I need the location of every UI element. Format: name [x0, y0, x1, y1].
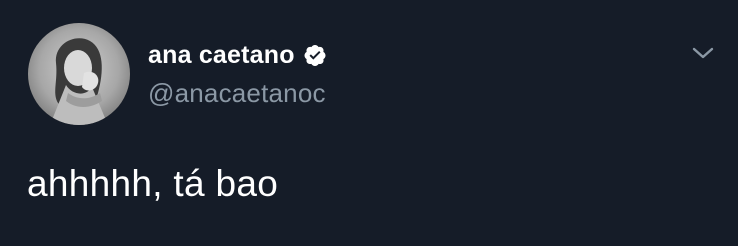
tweet-text: ahhhhh, tá bao [27, 163, 279, 204]
chevron-down-icon[interactable] [688, 42, 718, 64]
author-display-name[interactable]: ana caetano [148, 41, 295, 70]
author-handle[interactable]: @anacaetanoc [148, 78, 326, 109]
avatar-photo [28, 23, 130, 125]
verified-badge-icon [303, 43, 327, 67]
tweet-card: ana caetano @anacaetanoc ahhhhh, tá bao [0, 0, 738, 246]
author-name-row: ana caetano [148, 40, 327, 70]
avatar[interactable] [28, 23, 130, 125]
